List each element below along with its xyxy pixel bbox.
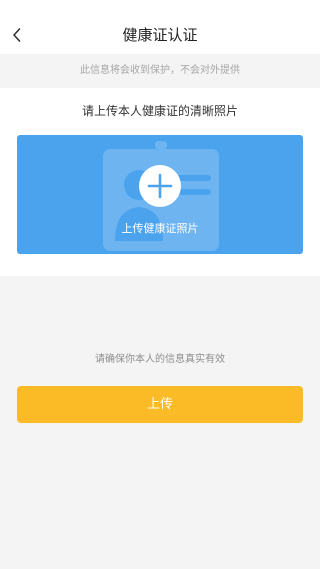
upload-heading: 请上传本人健康证的清晰照片	[81, 104, 238, 118]
upload-section: 请上传本人健康证的清晰照片 上传健康证照片	[0, 88, 320, 276]
navbar: 健康证认证	[0, 0, 320, 54]
upload-caption: 上传健康证照片	[121, 222, 199, 235]
authenticity-hint: 请确保你本人的信息真实有效	[95, 354, 225, 365]
page-title: 健康证认证	[122, 26, 198, 44]
health-cert-page: 健康证认证 此信息将会收到保护，不会对外提供 请上传本人健康证的清晰照片 上传健…	[0, 0, 320, 569]
privacy-note: 此信息将会收到保护，不会对外提供	[80, 65, 240, 76]
plus-icon	[147, 173, 173, 199]
add-photo-button[interactable]	[139, 165, 181, 207]
submit-button[interactable]: 上传	[17, 386, 303, 423]
upload-photo-button[interactable]: 上传健康证照片	[17, 135, 303, 254]
